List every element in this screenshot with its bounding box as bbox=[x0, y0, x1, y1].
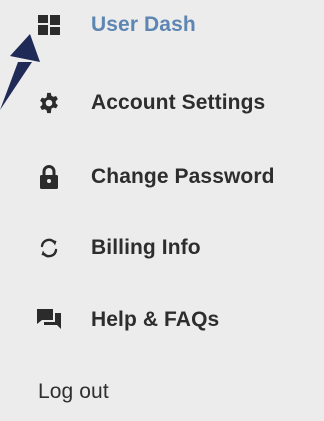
refresh-icon bbox=[36, 235, 62, 261]
nav-item-label: Help & FAQs bbox=[91, 308, 220, 331]
account-nav-menu: User Dash Account Settings Change Passwo… bbox=[0, 0, 324, 421]
nav-item-user-dash[interactable]: User Dash bbox=[0, 0, 324, 50]
nav-item-label: Billing Info bbox=[91, 236, 201, 259]
gear-icon bbox=[36, 90, 62, 116]
lock-icon bbox=[36, 164, 62, 190]
nav-item-label: Change Password bbox=[91, 165, 275, 188]
account-menu-panel: User Dash Account Settings Change Passwo… bbox=[0, 0, 324, 421]
nav-item-help-faqs[interactable]: Help & FAQs bbox=[0, 291, 324, 349]
logout-link[interactable]: Log out bbox=[0, 363, 324, 421]
nav-item-label: Account Settings bbox=[91, 91, 266, 114]
nav-item-label: User Dash bbox=[91, 13, 196, 36]
logout-label: Log out bbox=[38, 380, 109, 403]
nav-item-change-password[interactable]: Change Password bbox=[0, 148, 324, 206]
dashboard-icon bbox=[36, 12, 62, 38]
nav-item-account-settings[interactable]: Account Settings bbox=[0, 74, 324, 132]
nav-item-billing-info[interactable]: Billing Info bbox=[0, 219, 324, 277]
chat-icon bbox=[36, 307, 62, 333]
